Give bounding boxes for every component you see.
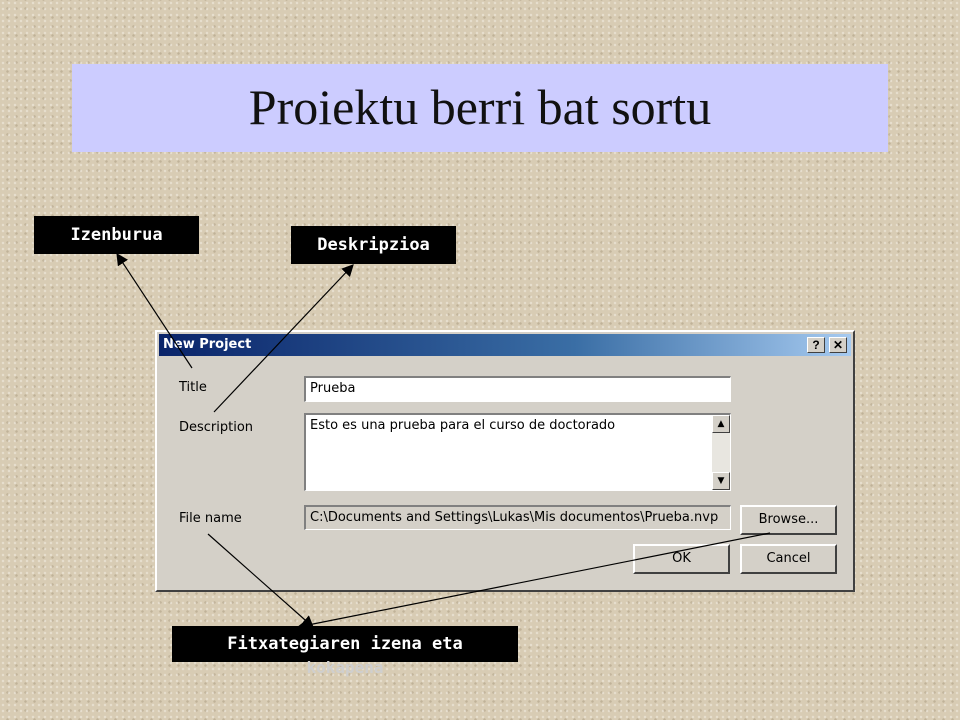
arrow-title bbox=[116, 252, 193, 369]
arrow-browse bbox=[296, 532, 771, 631]
arrow-file-name bbox=[207, 533, 314, 628]
arrow-description bbox=[213, 264, 354, 413]
callout-arrows bbox=[116, 252, 771, 631]
